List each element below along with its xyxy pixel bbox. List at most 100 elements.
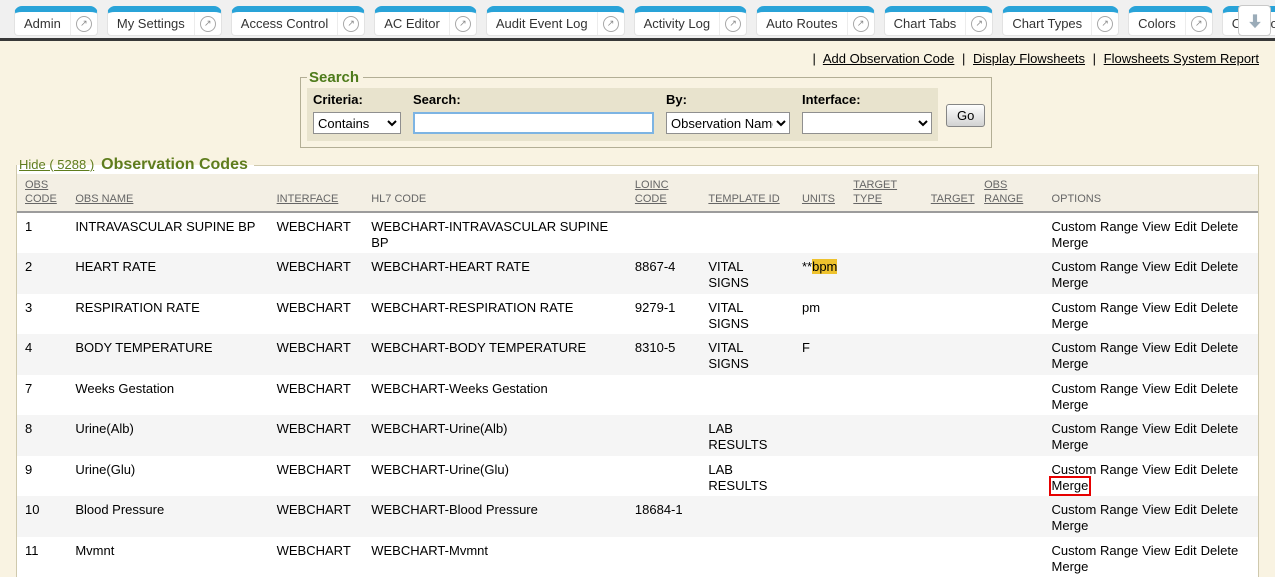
- merge-link-annotated[interactable]: Merge: [1049, 476, 1092, 496]
- view-link[interactable]: View: [1142, 259, 1170, 275]
- col-header-obs-name[interactable]: OBS NAME: [67, 174, 268, 212]
- custom-range-link[interactable]: Custom Range: [1052, 219, 1139, 235]
- merge-link[interactable]: Merge: [1052, 397, 1089, 413]
- cell-obs-code: 8: [17, 415, 67, 456]
- table-row: 3 RESPIRATION RATE WEBCHART WEBCHART-RES…: [17, 294, 1258, 335]
- add-observation-code-link[interactable]: Add Observation Code: [823, 51, 955, 66]
- external-link-icon[interactable]: ↗: [1185, 12, 1212, 35]
- cell-units: [794, 537, 845, 577]
- edit-link[interactable]: Edit: [1174, 381, 1196, 397]
- edit-link[interactable]: Edit: [1174, 300, 1196, 316]
- external-link-icon[interactable]: ↗: [337, 12, 364, 35]
- cell-target-type: [845, 334, 922, 375]
- delete-link[interactable]: Delete: [1201, 381, 1239, 397]
- external-link-icon[interactable]: ↗: [965, 12, 992, 35]
- delete-link[interactable]: Delete: [1201, 421, 1239, 437]
- tab-colors[interactable]: Colors ↗: [1128, 6, 1213, 36]
- view-link[interactable]: View: [1142, 543, 1170, 559]
- col-header-units[interactable]: UNITS: [794, 174, 845, 212]
- view-link[interactable]: View: [1142, 421, 1170, 437]
- custom-range-link[interactable]: Custom Range: [1052, 381, 1139, 397]
- cell-hl7-code: WEBCHART-Weeks Gestation: [363, 375, 627, 416]
- edit-link[interactable]: Edit: [1174, 462, 1196, 478]
- col-header-target-type[interactable]: TARGET TYPE: [845, 174, 922, 212]
- cell-template-id: LAB RESULTS: [700, 415, 794, 456]
- col-header-template-id[interactable]: TEMPLATE ID: [700, 174, 794, 212]
- tab-my-settings[interactable]: My Settings ↗: [107, 6, 222, 36]
- external-link-icon[interactable]: ↗: [449, 12, 476, 35]
- col-header-target[interactable]: TARGET: [923, 174, 976, 212]
- tab-ac-editor[interactable]: AC Editor ↗: [374, 6, 477, 36]
- edit-link[interactable]: Edit: [1174, 219, 1196, 235]
- edit-link[interactable]: Edit: [1174, 502, 1196, 518]
- custom-range-link[interactable]: Custom Range: [1052, 502, 1139, 518]
- col-header-obs-code[interactable]: OBS CODE: [17, 174, 67, 212]
- criteria-select[interactable]: Contains: [313, 112, 401, 134]
- view-link[interactable]: View: [1142, 219, 1170, 235]
- tab-activity-log[interactable]: Activity Log ↗: [634, 6, 747, 36]
- criteria-label: Criteria:: [307, 88, 407, 110]
- merge-link[interactable]: Merge: [1052, 275, 1089, 291]
- tab-access-control[interactable]: Access Control ↗: [231, 6, 365, 36]
- merge-link[interactable]: Merge: [1052, 316, 1089, 332]
- external-link-icon[interactable]: ↗: [847, 12, 874, 35]
- edit-link[interactable]: Edit: [1174, 259, 1196, 275]
- go-button[interactable]: Go: [946, 104, 985, 127]
- tab-auto-routes[interactable]: Auto Routes ↗: [756, 6, 875, 36]
- col-header-loinc-code[interactable]: LOINC CODE: [627, 174, 700, 212]
- view-link[interactable]: View: [1142, 340, 1170, 356]
- edit-link[interactable]: Edit: [1174, 340, 1196, 356]
- custom-range-link[interactable]: Custom Range: [1052, 421, 1139, 437]
- cell-loinc-code: [627, 212, 700, 254]
- tab-label: Auto Routes: [757, 16, 847, 31]
- cell-units: pm: [794, 294, 845, 335]
- flowsheets-system-report-link[interactable]: Flowsheets System Report: [1104, 51, 1259, 66]
- col-header-interface[interactable]: INTERFACE: [269, 174, 364, 212]
- delete-link[interactable]: Delete: [1201, 259, 1239, 275]
- external-link-icon[interactable]: ↗: [194, 12, 221, 35]
- view-link[interactable]: View: [1142, 381, 1170, 397]
- tab-chart-tabs[interactable]: Chart Tabs ↗: [884, 6, 994, 36]
- edit-link[interactable]: Edit: [1174, 543, 1196, 559]
- custom-range-link[interactable]: Custom Range: [1052, 259, 1139, 275]
- external-link-icon[interactable]: ↗: [719, 12, 746, 35]
- interface-select[interactable]: [802, 112, 932, 134]
- delete-link[interactable]: Delete: [1201, 502, 1239, 518]
- cell-template-id: [700, 537, 794, 577]
- external-link-icon[interactable]: ↗: [1091, 12, 1118, 35]
- merge-link[interactable]: Merge: [1052, 518, 1089, 534]
- external-link-icon[interactable]: ↗: [70, 12, 97, 35]
- delete-link[interactable]: Delete: [1201, 300, 1239, 316]
- delete-link[interactable]: Delete: [1201, 340, 1239, 356]
- merge-link[interactable]: Merge: [1052, 559, 1089, 575]
- merge-link[interactable]: Merge: [1052, 235, 1089, 251]
- cell-hl7-code: WEBCHART-HEART RATE: [363, 253, 627, 294]
- hide-count-link[interactable]: Hide ( 5288 ): [19, 157, 94, 172]
- custom-range-link[interactable]: Custom Range: [1052, 543, 1139, 559]
- custom-range-link[interactable]: Custom Range: [1052, 300, 1139, 316]
- cell-options: Custom RangeViewEdit Delete Merge: [1044, 415, 1258, 456]
- edit-link[interactable]: Edit: [1174, 421, 1196, 437]
- delete-link[interactable]: Delete: [1201, 462, 1239, 478]
- view-link[interactable]: View: [1142, 300, 1170, 316]
- scroll-tabs-down-button[interactable]: [1238, 5, 1271, 36]
- delete-link[interactable]: Delete: [1201, 543, 1239, 559]
- search-input[interactable]: [413, 112, 654, 134]
- delete-link[interactable]: Delete: [1201, 219, 1239, 235]
- search-by-select[interactable]: Observation Name: [666, 112, 790, 134]
- merge-link[interactable]: Merge: [1052, 356, 1089, 372]
- display-flowsheets-link[interactable]: Display Flowsheets: [973, 51, 1085, 66]
- tab-chart-types[interactable]: Chart Types ↗: [1002, 6, 1119, 36]
- tab-audit-event-log[interactable]: Audit Event Log ↗: [486, 6, 625, 36]
- merge-link[interactable]: Merge: [1052, 437, 1089, 453]
- cell-hl7-code: WEBCHART-Urine(Glu): [363, 456, 627, 497]
- custom-range-link[interactable]: Custom Range: [1052, 340, 1139, 356]
- view-link[interactable]: View: [1142, 502, 1170, 518]
- external-link-icon[interactable]: ↗: [597, 12, 624, 35]
- cell-units: [794, 456, 845, 497]
- view-link[interactable]: View: [1142, 462, 1170, 478]
- search-match-highlight: bpm: [812, 259, 837, 274]
- col-header-obs-range[interactable]: OBS RANGE: [976, 174, 1043, 212]
- tab-admin[interactable]: Admin ↗: [14, 6, 98, 36]
- cell-units: F: [794, 334, 845, 375]
